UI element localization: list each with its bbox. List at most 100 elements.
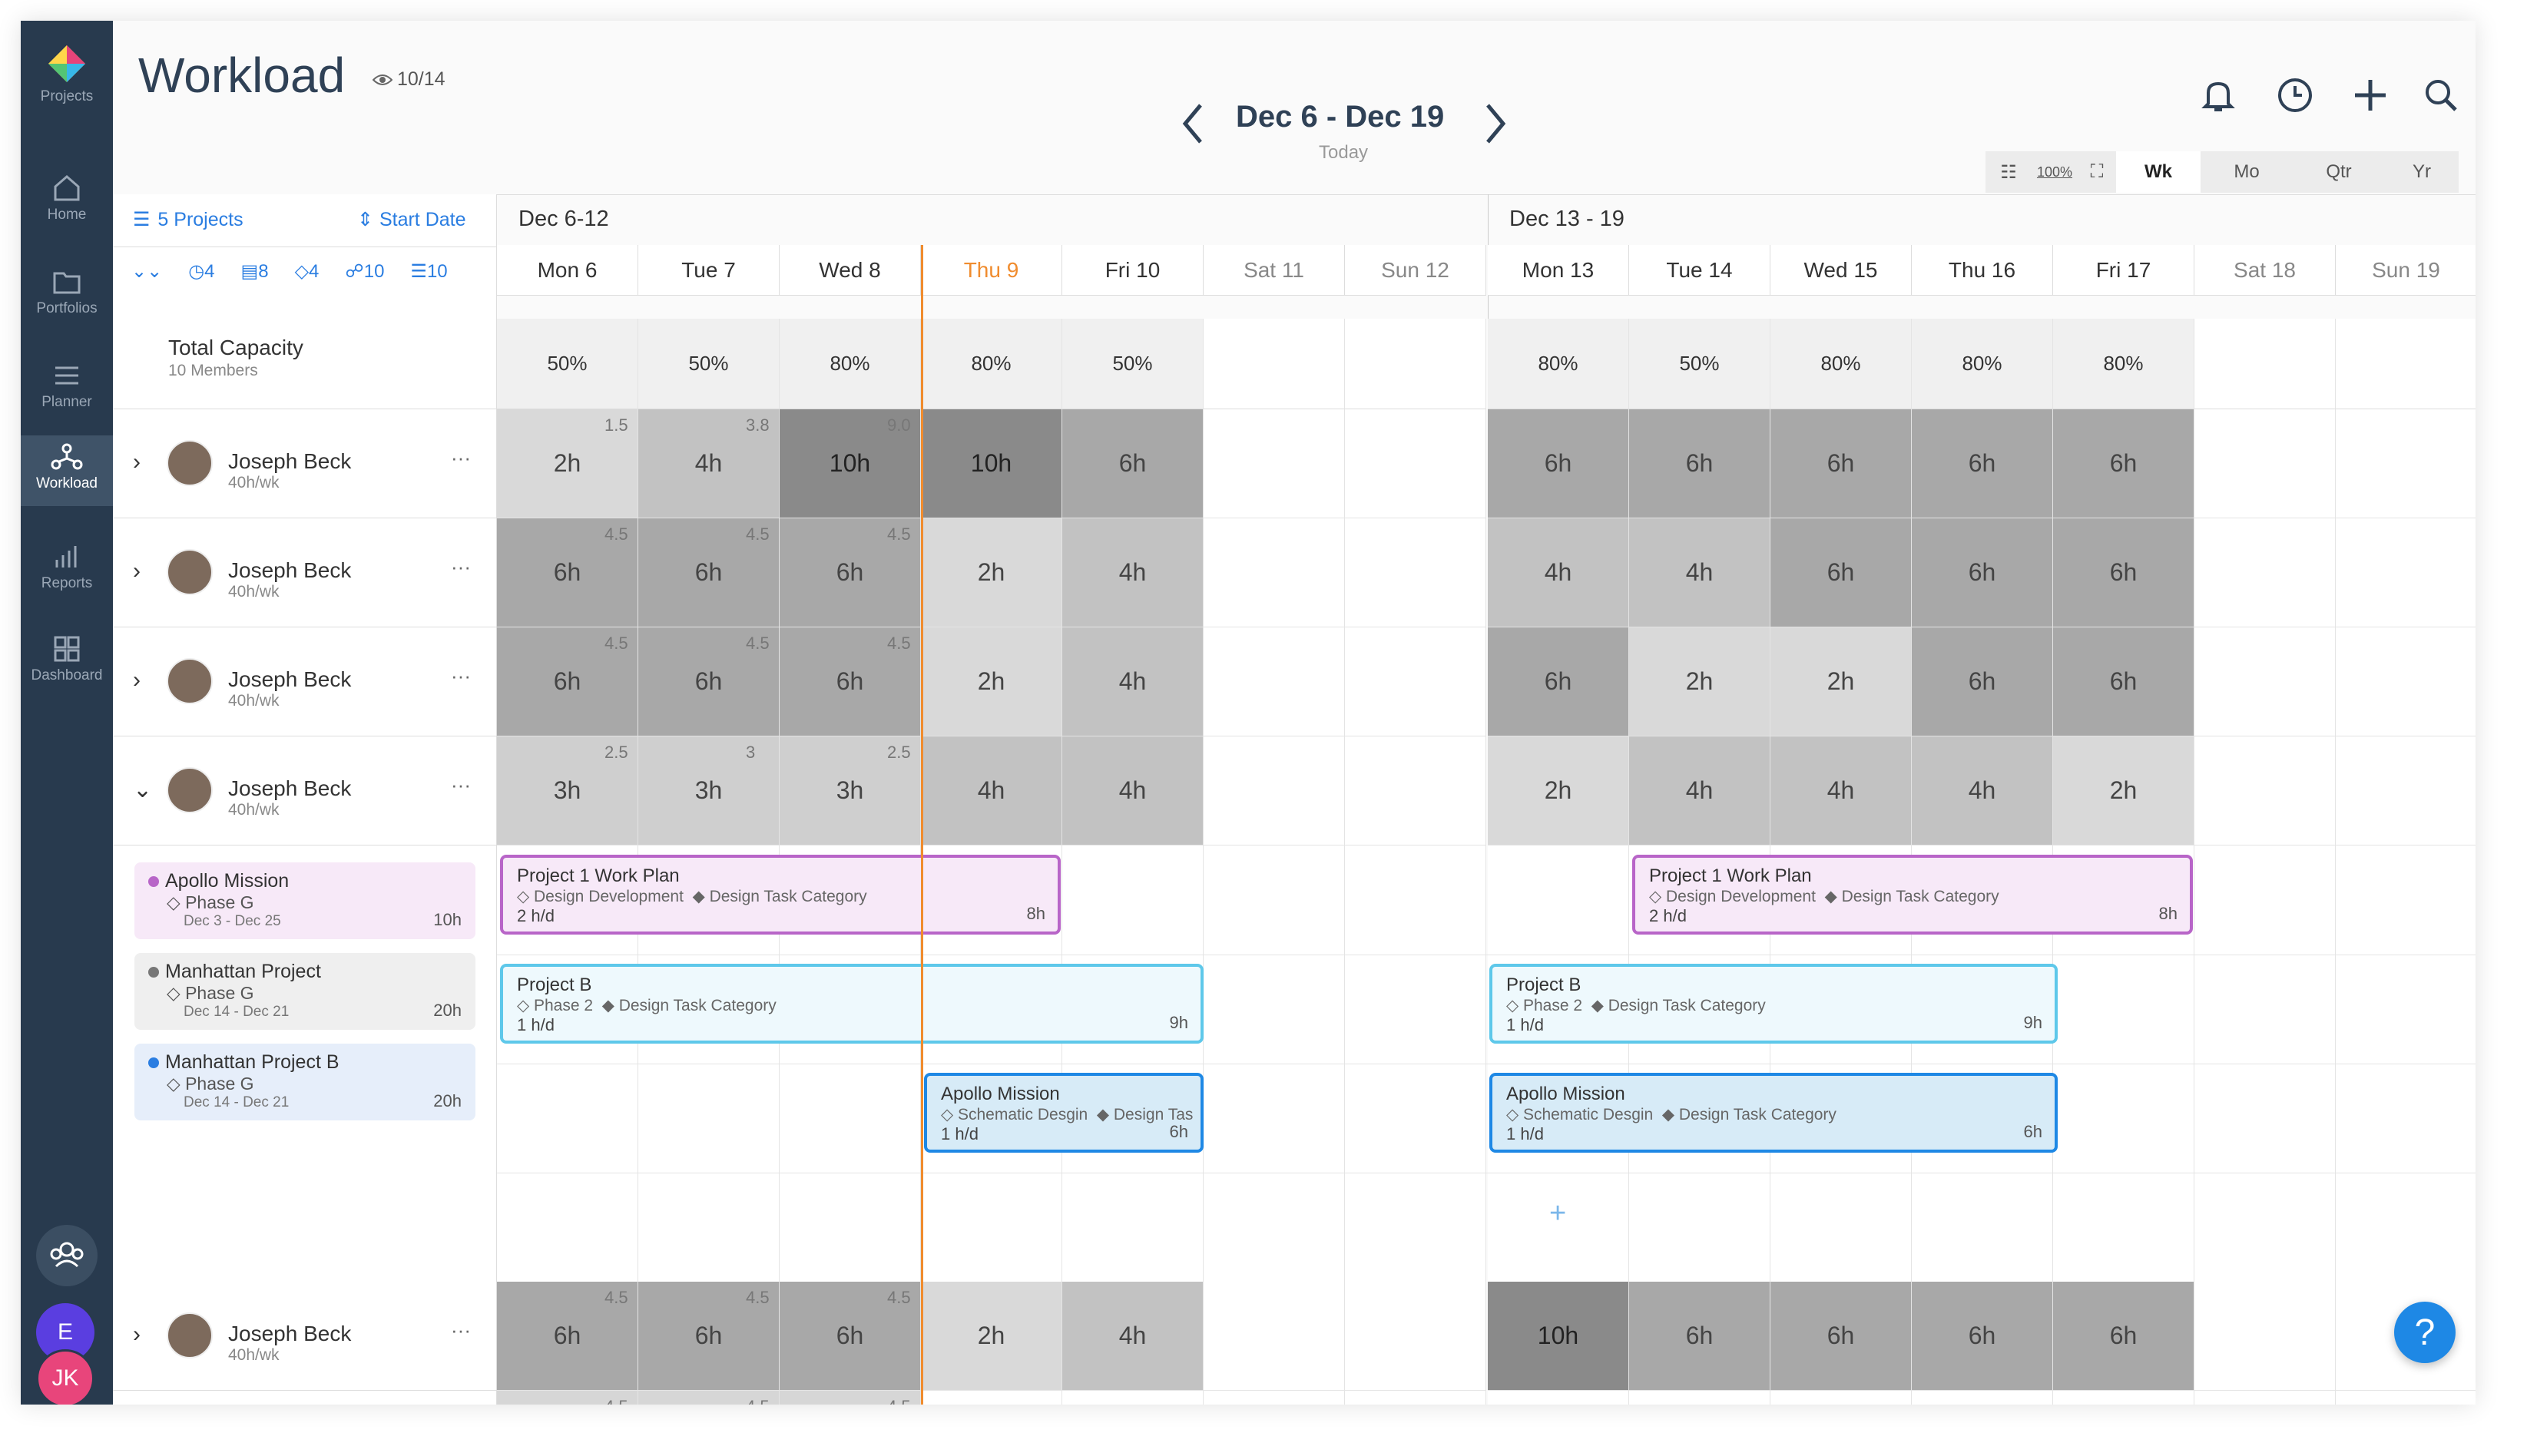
tab-year[interactable]: Yr (2385, 161, 2459, 183)
workload-cell[interactable]: 10h (1488, 1282, 1629, 1391)
workload-cell[interactable]: 6h (2053, 1282, 2194, 1391)
workload-cell[interactable] (2336, 627, 2476, 736)
workload-cell[interactable] (1062, 1391, 1204, 1405)
chevron-right-icon[interactable]: › (133, 449, 141, 475)
workload-cell[interactable]: 2h (1770, 627, 1912, 736)
workload-cell[interactable] (921, 1391, 1062, 1405)
workload-cell[interactable] (1345, 1282, 1486, 1391)
workload-cell[interactable]: 6h (1770, 1282, 1912, 1391)
workload-cell[interactable]: 6h (1912, 518, 2053, 627)
chevron-right-icon[interactable]: › (133, 558, 141, 584)
workload-cell[interactable] (2194, 627, 2336, 736)
tab-week[interactable]: Wk (2116, 151, 2201, 193)
workload-cell[interactable] (1770, 1391, 1912, 1405)
tab-quarter[interactable]: Qtr (2293, 161, 2385, 183)
workload-cell[interactable] (1204, 627, 1345, 736)
task-bar[interactable]: Apollo Mission ◇ Schematic Desgin ◆ Desig… (924, 1073, 1204, 1153)
workload-cell[interactable] (1345, 736, 1486, 845)
more-icon[interactable]: ··· (451, 1319, 471, 1342)
sidebar-item-projects[interactable]: Projects (21, 44, 113, 136)
sidebar-item-workload[interactable]: Workload (21, 435, 113, 506)
workload-cell[interactable]: 4h (1770, 736, 1912, 845)
workload-cell[interactable]: 6h (1770, 409, 1912, 518)
search-icon[interactable] (2422, 76, 2460, 114)
task-bar[interactable]: Project B ◇ Phase 2 ◆ Design Task Categor… (1489, 964, 2058, 1044)
settings-sliders-icon[interactable]: ☷ (1986, 161, 2032, 184)
task-bar[interactable]: Project 1 Work Plan ◇ Design Development … (1632, 855, 2193, 935)
workload-cell[interactable]: 2h (921, 518, 1062, 627)
workload-cell[interactable] (1345, 627, 1486, 736)
add-icon[interactable]: + (1549, 1197, 1566, 1230)
workload-cell[interactable]: 4h (1062, 627, 1204, 736)
sidebar-item-dashboard[interactable]: Dashboard (21, 635, 113, 700)
more-icon[interactable]: ··· (451, 773, 471, 797)
workload-cell[interactable] (1488, 1391, 1629, 1405)
avatar[interactable]: JK (36, 1349, 94, 1405)
workload-cell[interactable] (1345, 518, 1486, 627)
task-bar[interactable]: Project 1 Work Plan ◇ Design Development … (500, 855, 1061, 935)
workload-cell[interactable]: 3h (638, 736, 780, 845)
workload-cell[interactable]: 6h (2053, 627, 2194, 736)
workload-cell[interactable] (1204, 518, 1345, 627)
workload-cell[interactable]: 6h (1629, 409, 1770, 518)
workload-cell[interactable]: 4h (1629, 518, 1770, 627)
workload-cell[interactable]: 2h (921, 627, 1062, 736)
task-bar[interactable]: Project B ◇ Phase 2 ◆ Design Task Categor… (500, 964, 1204, 1044)
workload-cell[interactable]: 6h (1062, 409, 1204, 518)
workload-cell[interactable] (2194, 518, 2336, 627)
workload-cell[interactable]: 4h (921, 736, 1062, 845)
task-bar[interactable]: Apollo Mission ◇ Schematic Desgin ◆ Desig… (1489, 1073, 2058, 1153)
chevron-right-icon[interactable]: › (133, 667, 141, 693)
more-icon[interactable]: ··· (451, 555, 471, 579)
more-icon[interactable]: ··· (451, 664, 471, 688)
workload-cell[interactable] (2194, 409, 2336, 518)
workload-cell[interactable] (1345, 1391, 1486, 1405)
today-link[interactable]: Today (1319, 142, 1368, 164)
clock-icon[interactable] (2276, 76, 2314, 114)
tab-month[interactable]: Mo (2201, 161, 2293, 183)
workload-cell[interactable]: 4h (1912, 736, 2053, 845)
next-icon[interactable] (1482, 102, 1509, 145)
bell-icon[interactable] (2199, 76, 2237, 114)
add-icon[interactable] (2351, 76, 2390, 114)
sidebar-item-planner[interactable]: Planner (21, 362, 113, 426)
workload-cell[interactable]: 2h (2053, 736, 2194, 845)
workload-cell[interactable] (2336, 736, 2476, 845)
project-card[interactable]: Manhattan Project ◇ Phase G Dec 14 - Dec 2… (134, 953, 475, 1030)
workload-cell[interactable]: 4h (1629, 736, 1770, 845)
member-row[interactable] (113, 1391, 497, 1405)
workload-cell[interactable] (1912, 1391, 2053, 1405)
project-card[interactable]: Manhattan Project B ◇ Phase G Dec 14 - Dec… (134, 1044, 475, 1120)
fullscreen-icon[interactable]: ⛶ (2078, 161, 2116, 183)
prev-icon[interactable] (1179, 102, 1207, 145)
workload-cell[interactable] (1204, 736, 1345, 845)
workload-cell[interactable]: 4h (1062, 518, 1204, 627)
workload-cell[interactable]: 6h (1912, 409, 2053, 518)
workload-cell[interactable] (2194, 1391, 2336, 1405)
workload-cell[interactable] (2336, 1391, 2476, 1405)
workload-cell[interactable]: 4h (1062, 736, 1204, 845)
workload-cell[interactable]: 6h (1912, 627, 2053, 736)
workload-cell[interactable] (1204, 1391, 1345, 1405)
workload-cell[interactable]: 6h (1629, 1282, 1770, 1391)
help-button[interactable]: ? (2394, 1302, 2456, 1363)
workload-cell[interactable] (2053, 1391, 2194, 1405)
workload-cell[interactable]: 4h (1488, 518, 1629, 627)
workload-cell[interactable] (2336, 518, 2476, 627)
sidebar-item-reports[interactable]: Reports (21, 543, 113, 607)
workload-cell[interactable]: 6h (1488, 409, 1629, 518)
workload-cell[interactable]: 10h (921, 409, 1062, 518)
workload-cell[interactable] (2336, 409, 2476, 518)
chevron-right-icon[interactable]: › (133, 1322, 141, 1348)
project-card[interactable]: Apollo Mission ◇ Phase G Dec 3 - Dec 25 10h (134, 862, 475, 939)
more-icon[interactable]: ··· (451, 446, 471, 470)
workload-cell[interactable]: 6h (1488, 627, 1629, 736)
workload-cell[interactable]: 6h (2053, 518, 2194, 627)
team-button[interactable] (36, 1225, 98, 1286)
workload-cell[interactable]: 6h (1770, 518, 1912, 627)
workload-cell[interactable]: 2h (921, 1282, 1062, 1391)
workload-cell[interactable]: 6h (2053, 409, 2194, 518)
workload-cell[interactable] (1204, 1282, 1345, 1391)
workload-cell[interactable] (2194, 1282, 2336, 1391)
workload-cell[interactable]: 2h (1629, 627, 1770, 736)
